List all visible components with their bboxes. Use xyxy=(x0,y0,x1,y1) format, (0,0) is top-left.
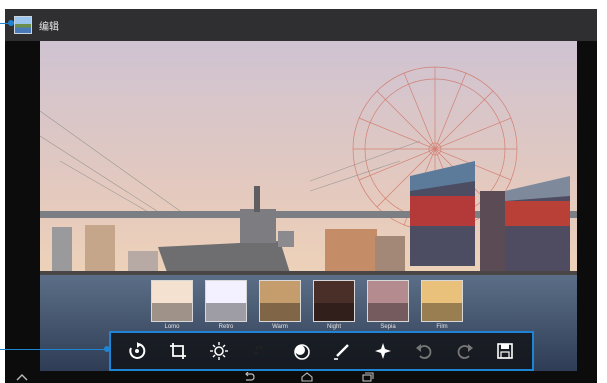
save-icon[interactable] xyxy=(494,340,516,362)
action-bar: 编辑 xyxy=(5,9,597,41)
recent-apps-icon[interactable] xyxy=(360,371,376,383)
gallery-photo-icon[interactable] xyxy=(14,16,32,34)
filter-strip: Lomo Retro Warm Night Sepia Film xyxy=(151,280,463,330)
filter-thumbnail[interactable]: Film xyxy=(421,280,463,330)
filter-label: Warm xyxy=(272,324,288,330)
home-icon[interactable] xyxy=(299,371,315,383)
callout-line-toolbar xyxy=(0,349,108,350)
callout-line-title xyxy=(0,23,10,24)
draw-icon[interactable] xyxy=(331,340,353,362)
rotate-icon[interactable] xyxy=(126,340,148,362)
filter-label: Retro xyxy=(218,324,234,330)
sparkle-icon[interactable] xyxy=(372,340,394,362)
filter-label: Lomo xyxy=(164,324,180,330)
callout-dot-toolbar xyxy=(104,346,110,352)
up-arrow-icon[interactable] xyxy=(14,371,30,383)
palette-icon[interactable] xyxy=(249,340,271,362)
filter-label: Film xyxy=(436,324,448,330)
back-icon[interactable] xyxy=(241,371,257,383)
filter-thumbnail[interactable]: Sepia xyxy=(367,280,409,330)
filter-thumbnail[interactable]: Warm xyxy=(259,280,301,330)
filter-thumbnail[interactable]: Lomo xyxy=(151,280,193,330)
edit-toolbar xyxy=(109,331,534,371)
system-nav-bar xyxy=(5,371,597,383)
filter-thumbnail[interactable]: Retro xyxy=(205,280,247,330)
brightness-icon[interactable] xyxy=(208,340,230,362)
tablet-screen: 编辑 Lomo Retro Warm Night Sepia Film xyxy=(5,9,597,383)
effects-icon[interactable] xyxy=(290,340,312,362)
filter-thumbnail[interactable]: Night xyxy=(313,280,355,330)
filter-label: Night xyxy=(326,324,341,330)
crop-icon[interactable] xyxy=(167,340,189,362)
undo-icon[interactable] xyxy=(413,340,435,362)
page-title: 编辑 xyxy=(39,22,59,33)
filter-label: Sepia xyxy=(380,324,396,330)
redo-icon[interactable] xyxy=(454,340,476,362)
